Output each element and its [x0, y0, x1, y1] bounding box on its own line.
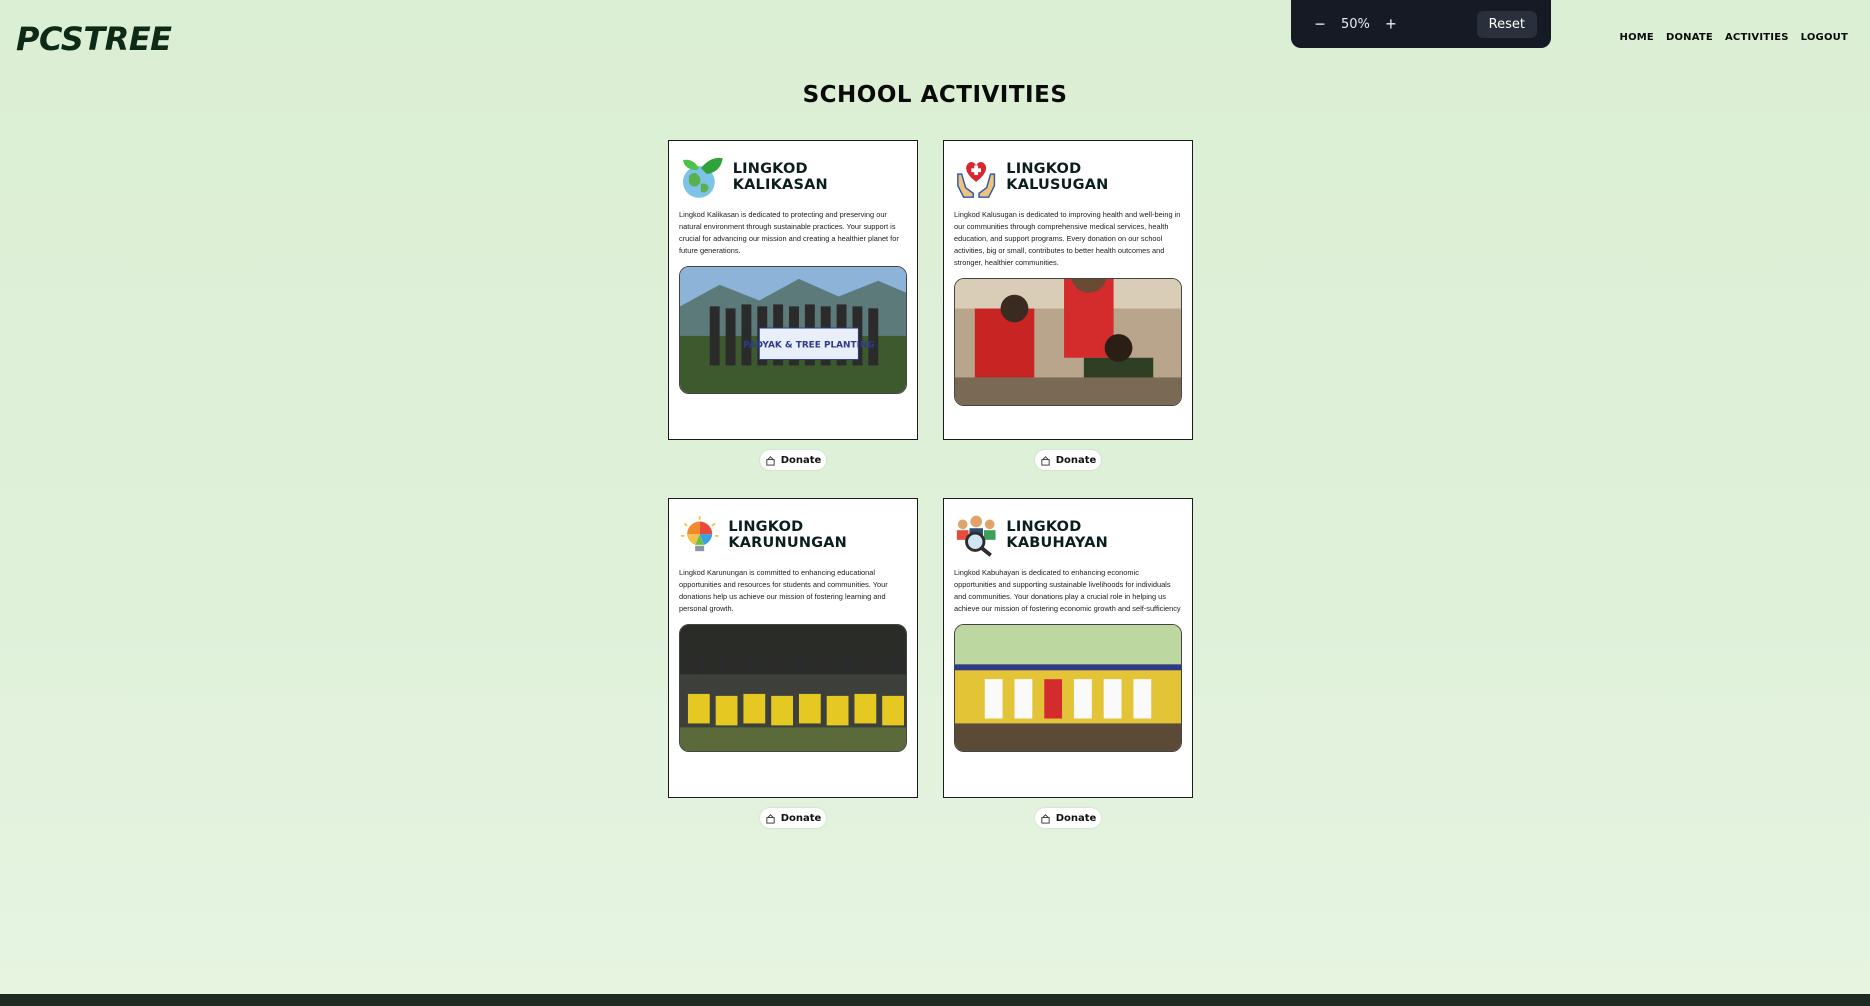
brand-logo[interactable]: PCSTREE: [16, 20, 172, 58]
heart-hands-icon: [957, 162, 996, 198]
health-service-photo: [954, 278, 1182, 406]
donate-button[interactable]: Donate: [1035, 450, 1101, 470]
card-title: LINGKOD KALUSUGAN: [1006, 161, 1109, 193]
activity-card: LINGKOD KALIKASAN Lingkod Kalikasan is d…: [668, 140, 918, 440]
card-description: Lingkod Karunungan is committed to enhan…: [679, 568, 888, 613]
card-title: LINGKOD KARUNUNGAN: [728, 519, 848, 551]
tree-planting-photo: PADYAK & TREE PLANTING: [679, 266, 907, 394]
card-description: Lingkod Kalikasan is dedicated to protec…: [679, 210, 899, 255]
donate-button[interactable]: Donate: [1035, 808, 1101, 828]
livelihood-photo: [954, 624, 1182, 752]
zoom-out-button[interactable]: −: [1309, 13, 1331, 35]
bottom-bar: [0, 994, 1870, 1006]
people-magnifier-icon: [956, 515, 996, 557]
earth-leaf-icon: [682, 157, 723, 198]
nav-home[interactable]: HOME: [1620, 32, 1654, 43]
page-title: SCHOOL ACTIVITIES: [802, 82, 1068, 108]
donate-label: Donate: [1055, 812, 1097, 824]
reset-button[interactable]: Reset: [1476, 10, 1537, 38]
activity-card: LINGKOD KALUSUGAN Lingkod Kalusugan is d…: [943, 140, 1193, 440]
donate-label: Donate: [780, 812, 822, 824]
activity-card-karunungan: LINGKOD KARUNUNGAN Lingkod Karunungan is…: [668, 498, 918, 828]
students-photo: [679, 624, 907, 752]
zoom-in-button[interactable]: +: [1380, 13, 1402, 35]
donate-label: Donate: [1055, 454, 1097, 466]
banner-text: PADYAK & TREE PLANTING: [743, 341, 875, 351]
donate-label: Donate: [780, 454, 822, 466]
nav-donate[interactable]: DONATE: [1666, 32, 1713, 43]
donate-button[interactable]: Donate: [760, 808, 826, 828]
donate-button[interactable]: Donate: [760, 450, 826, 470]
card-description: Lingkod Kalusugan is dedicated to improv…: [954, 210, 1181, 267]
donation-icon: [766, 455, 775, 466]
activity-card-kalusugan: LINGKOD KALUSUGAN Lingkod Kalusugan is d…: [943, 140, 1193, 470]
lightbulb-icon: [680, 516, 719, 552]
card-title: LINGKOD KALIKASAN: [732, 161, 828, 193]
donation-icon: [1041, 813, 1050, 824]
activity-card-kabuhayan: LINGKOD KABUHAYAN Lingkod Kabuhayan is d…: [943, 498, 1193, 828]
card-description: Lingkod Kabuhayan is dedicated to enhanc…: [954, 568, 1181, 613]
donation-icon: [766, 813, 775, 824]
card-title: LINGKOD KABUHAYAN: [1006, 519, 1108, 551]
zoom-panel: − 50% + Reset: [1291, 0, 1551, 48]
nav-activities[interactable]: ACTIVITIES: [1725, 32, 1789, 43]
top-nav: HOME DONATE ACTIVITIES LOGOUT: [1620, 32, 1848, 43]
activity-card-kalikasan: LINGKOD KALIKASAN Lingkod Kalikasan is d…: [668, 140, 918, 470]
activity-card: LINGKOD KABUHAYAN Lingkod Kabuhayan is d…: [943, 498, 1193, 798]
nav-logout[interactable]: LOGOUT: [1801, 32, 1848, 43]
donation-icon: [1041, 455, 1050, 466]
activity-card: LINGKOD KARUNUNGAN Lingkod Karunungan is…: [668, 498, 918, 798]
zoom-level: 50%: [1341, 16, 1370, 32]
